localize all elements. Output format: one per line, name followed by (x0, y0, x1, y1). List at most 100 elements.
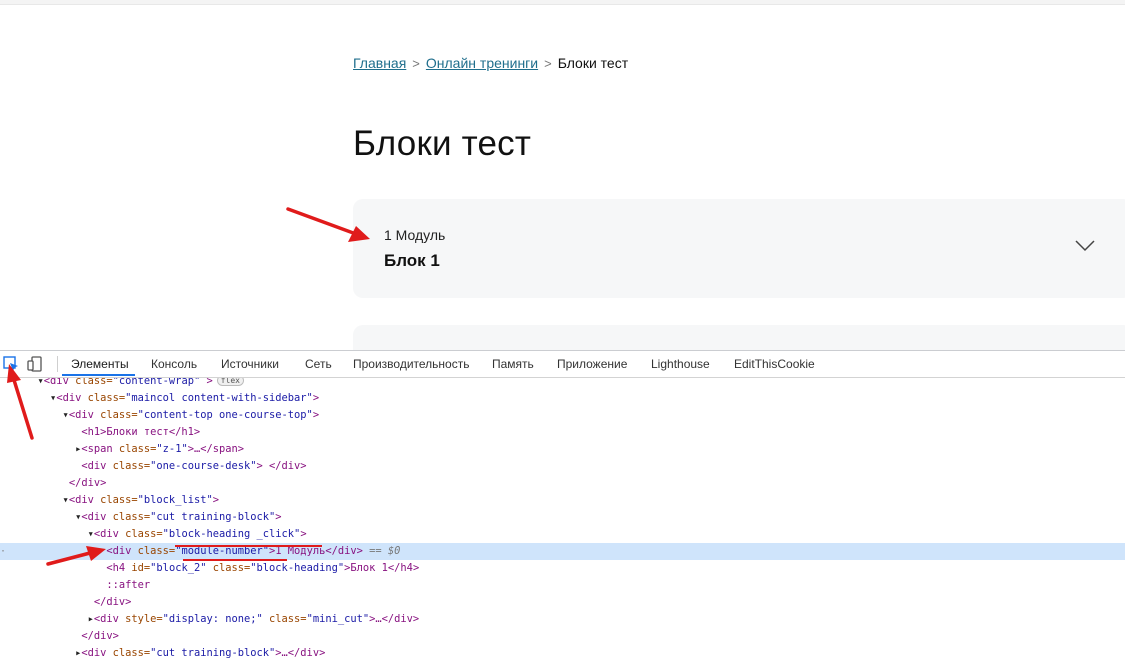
module-card[interactable]: 1 Модуль Блок 1 (353, 199, 1125, 298)
dom-tag: <div (81, 460, 113, 472)
dom-node[interactable]: ▸<div style="display: none;" class="mini… (0, 611, 1125, 628)
dom-attr-name: class= (137, 545, 176, 557)
tab-network[interactable]: Сеть (305, 357, 332, 371)
annotation-arrow-icon (46, 546, 106, 566)
breadcrumb-current: Блоки тест (557, 55, 629, 71)
dom-attr-value: "one-course-desk" (150, 460, 257, 472)
dom-tree: ▾<div class="content-wrap" > flex ▾<div c… (0, 378, 1125, 658)
dom-node[interactable]: ▾<div class="block-heading _click"> (0, 526, 1125, 543)
dom-tag: > (300, 528, 307, 540)
devtools-tabbar: Элементы Консоль Источники Сеть Производ… (0, 351, 1125, 378)
dom-tag: <div (56, 392, 88, 404)
web-page: Главная > Онлайн тренинги > Блоки тест Блоки… (0, 0, 1125, 350)
tab-performance[interactable]: Производительность (353, 357, 469, 371)
tab-editthiscookie[interactable]: EditThisCookie (734, 357, 815, 371)
dom-attr-value: "block_list" (137, 494, 213, 506)
dom-tag: <span (81, 443, 119, 455)
dom-node[interactable]: </div> (0, 475, 1125, 492)
dom-attr-value: "mini_cut" (306, 613, 370, 625)
dom-node[interactable]: <h4 id="block_2" class="block-heading">Б… (0, 560, 1125, 577)
dom-tag: >Блок 1</h4> (344, 562, 420, 574)
dom-tag: <div (81, 647, 113, 658)
dom-attr-name: class= (100, 494, 138, 506)
dom-indent: ▾ (0, 494, 69, 506)
chevron-down-icon[interactable] (1074, 239, 1096, 253)
dom-tag: <h1>Блоки тест</h1> (81, 426, 201, 438)
dom-node[interactable]: ::after (0, 577, 1125, 594)
dom-indent: ▸ (0, 647, 82, 658)
dom-tag: <h4 (106, 562, 132, 574)
dom-indent: ▾ (0, 528, 94, 540)
dom-attr-name: class= (206, 562, 251, 574)
dom-selected-ref: == $0 (362, 545, 401, 557)
dom-node-selected[interactable]: · <div class="module-number">1 Модуль</d… (0, 543, 1125, 560)
dom-tag: > (275, 511, 282, 523)
dom-tag: <div (93, 613, 126, 625)
page-title: Блоки тест (353, 124, 532, 163)
dom-attr-value: "cut training-block" (150, 511, 276, 523)
dom-attr-value: "content-top one-course-top" (137, 409, 313, 421)
flex-badge[interactable]: flex (216, 378, 244, 386)
dom-node[interactable]: </div> (0, 594, 1125, 611)
tab-memory[interactable]: Память (492, 357, 534, 371)
dom-attr-name: class= (87, 392, 126, 404)
dom-node[interactable]: ▾<div class="maincol content-with-sideba… (0, 390, 1125, 407)
dom-tag: > (312, 392, 320, 404)
dom-tag: >…</div> (275, 647, 326, 658)
dom-attr-name: class= (118, 443, 157, 455)
dom-tag: > </div> (256, 460, 307, 472)
toolbar-divider (57, 356, 58, 372)
dom-tag: </div> (93, 596, 132, 608)
dom-attr-name: class= (262, 613, 307, 625)
breadcrumb-separator: > (544, 56, 552, 71)
module-card-2[interactable] (353, 325, 1125, 350)
dom-attr-value: "z-1" (156, 443, 188, 455)
dom-attr-value: "block_2" (150, 562, 207, 574)
dom-attr-value: "display: none;" (162, 613, 263, 625)
dom-node[interactable]: <h1>Блоки тест</h1> (0, 424, 1125, 441)
dom-indent (0, 630, 81, 642)
dom-tag: > (312, 409, 320, 421)
dom-tag: </div> (81, 630, 119, 642)
dom-node[interactable]: </div> (0, 628, 1125, 645)
tab-lighthouse[interactable]: Lighthouse (651, 357, 710, 371)
tab-elements[interactable]: Элементы (71, 357, 129, 371)
dom-attr-name: class= (112, 460, 151, 472)
dom-node[interactable]: ▾<div class="content-wrap" > flex (0, 378, 1125, 390)
dom-tag: >…</div> (369, 613, 420, 625)
tab-console[interactable]: Консоль (151, 357, 197, 371)
tab-sources[interactable]: Источники (221, 357, 279, 371)
dom-attr-name: class= (112, 647, 151, 658)
tab-application[interactable]: Приложение (557, 357, 627, 371)
dom-tag: <div (68, 409, 101, 421)
devtools-panel: Элементы Консоль Источники Сеть Производ… (0, 350, 1125, 658)
dom-attr-value: "block-heading _click" (162, 528, 301, 540)
block-title: Блок 1 (384, 251, 440, 270)
dom-indent (0, 460, 81, 472)
annotation-arrow-icon (286, 207, 370, 242)
dom-node[interactable]: ▾<div class="block_list"> (0, 492, 1125, 509)
dom-tag: <div (68, 494, 101, 506)
dom-attr-name: class= (100, 409, 138, 421)
dom-tag: <div (81, 511, 113, 523)
dom-attr-name: style= (125, 613, 163, 625)
selection-dot: · (0, 546, 7, 557)
dom-node[interactable]: <div class="one-course-desk"> </div> (0, 458, 1125, 475)
breadcrumb-section-link[interactable]: Онлайн тренинги (426, 55, 538, 71)
dom-tag: <div (93, 528, 126, 540)
dom-node[interactable]: ▸<span class="z-1">…</span> (0, 441, 1125, 458)
breadcrumb: Главная > Онлайн тренинги > Блоки тест (353, 55, 628, 71)
module-number: 1 Модуль (384, 227, 446, 243)
breadcrumb-home-link[interactable]: Главная (353, 55, 406, 71)
dom-node[interactable]: ▸<div class="cut training-block">…</div> (0, 645, 1125, 658)
dom-node[interactable]: ▾<div class="cut training-block"> (0, 509, 1125, 526)
dom-tag: <div (43, 378, 76, 387)
active-tab-indicator (62, 374, 135, 376)
dom-attr-value: "cut training-block" (150, 647, 276, 658)
annotation-arrow-icon (7, 364, 34, 440)
dom-indent: ▸ (0, 613, 94, 625)
annotation-underline (183, 559, 287, 561)
dom-indent: ▾ (0, 511, 82, 523)
dom-node[interactable]: ▾<div class="content-top one-course-top"… (0, 407, 1125, 424)
dom-tag: > (200, 378, 213, 387)
